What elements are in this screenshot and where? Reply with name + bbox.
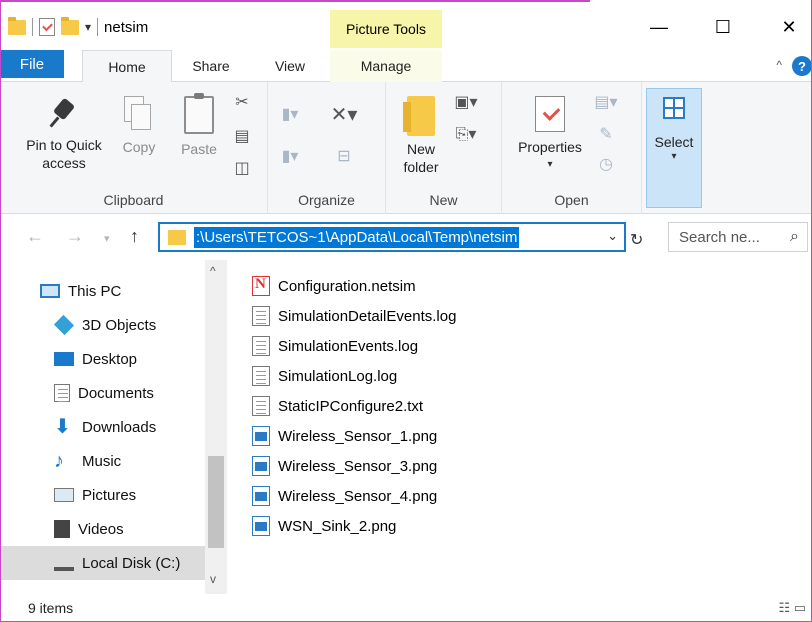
window-frame [0,0,812,622]
